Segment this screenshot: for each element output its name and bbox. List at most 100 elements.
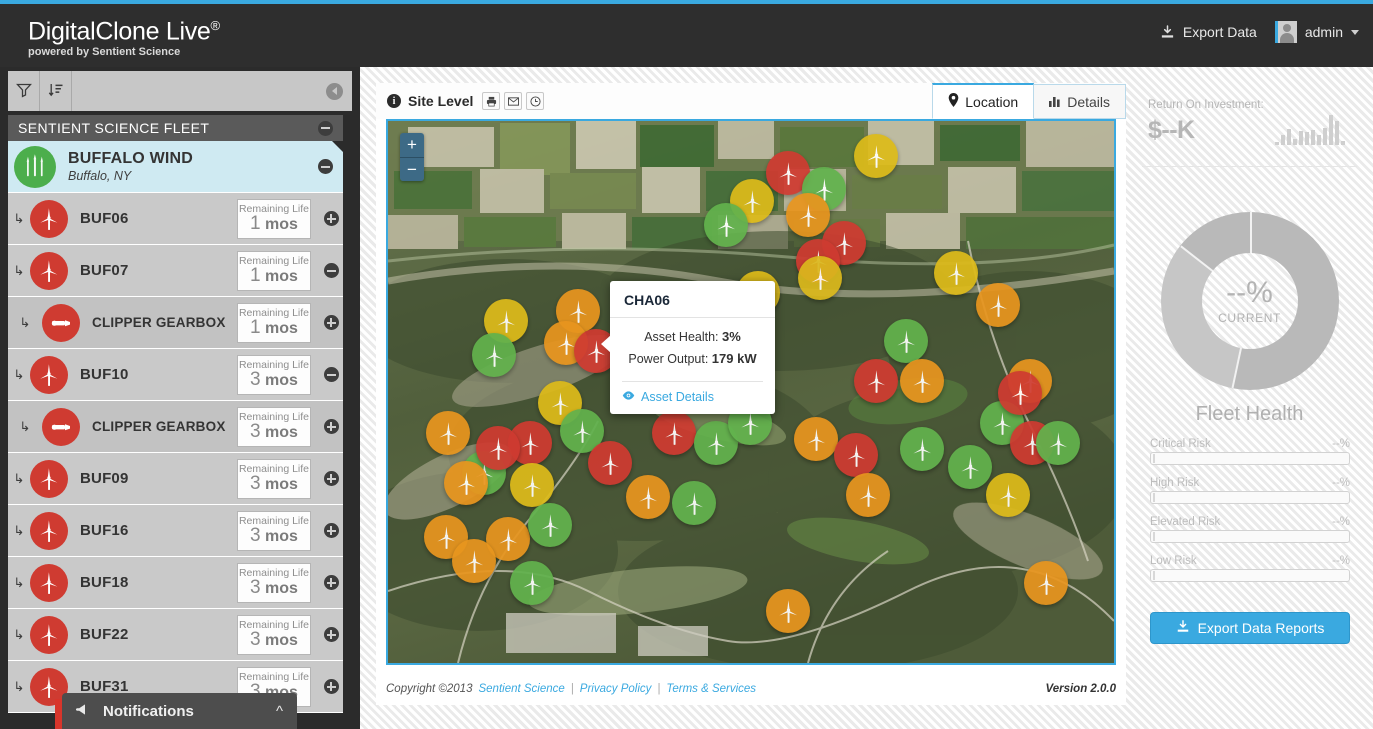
tree-asset-row[interactable]: ↳BUF16Remaining Life3 mos	[8, 505, 343, 557]
export-data-reports-button[interactable]: Export Data Reports	[1150, 612, 1350, 644]
asset-expand-toggle[interactable]	[324, 367, 339, 382]
asset-toggle-wrap[interactable]	[319, 315, 343, 330]
map-turbine-marker[interactable]	[426, 411, 470, 455]
asset-toggle-wrap[interactable]	[319, 263, 343, 278]
asset-expand-toggle[interactable]	[324, 627, 339, 642]
map-turbine-marker[interactable]	[588, 441, 632, 485]
asset-toggle-wrap[interactable]	[319, 367, 343, 382]
map-turbine-marker[interactable]	[998, 371, 1042, 415]
tree-asset-row[interactable]: ↳CLIPPER GEARBOXRemaining Life3 mos	[8, 401, 343, 453]
map-container[interactable]: + − CHA06 Asset Health: 3%	[386, 119, 1116, 665]
tree-site-row[interactable]: BUFFALO WINDBuffalo, NY	[8, 141, 343, 193]
map-turbine-marker[interactable]	[472, 333, 516, 377]
email-button[interactable]	[504, 92, 522, 110]
map-zoom-controls: + −	[400, 133, 424, 181]
map-turbine-marker[interactable]	[1036, 421, 1080, 465]
map-turbine-marker[interactable]	[510, 463, 554, 507]
sort-button[interactable]	[40, 71, 72, 111]
eye-icon	[622, 391, 635, 403]
asset-text: CLIPPER GEARBOX	[80, 315, 237, 330]
map-turbine-marker[interactable]	[900, 427, 944, 471]
asset-expand-toggle[interactable]	[324, 263, 339, 278]
terms-link[interactable]: Terms & Services	[666, 683, 756, 695]
chevron-up-icon[interactable]: ^	[276, 703, 283, 720]
map-turbine-marker[interactable]	[766, 589, 810, 633]
tree-asset-row[interactable]: ↳BUF06Remaining Life1 mos	[8, 193, 343, 245]
company-link[interactable]: Sentient Science	[478, 683, 564, 695]
export-data-label: Export Data	[1183, 24, 1257, 40]
zoom-out-button[interactable]: −	[400, 157, 424, 181]
tree-asset-row[interactable]: ↳BUF07Remaining Life1 mos	[8, 245, 343, 297]
collapse-left-icon[interactable]	[326, 83, 343, 100]
asset-toggle-wrap[interactable]	[319, 523, 343, 538]
map-turbine-marker[interactable]	[846, 473, 890, 517]
map-turbine-marker[interactable]	[510, 561, 554, 605]
map-turbine-marker[interactable]	[834, 433, 878, 477]
privacy-policy-link[interactable]: Privacy Policy	[580, 683, 652, 695]
tab-location-label: Location	[965, 94, 1018, 110]
user-menu[interactable]: admin	[1275, 21, 1359, 43]
map-turbine-marker[interactable]	[798, 256, 842, 300]
asset-expand-toggle[interactable]	[324, 419, 339, 434]
asset-expand-toggle[interactable]	[324, 575, 339, 590]
tree-asset-row[interactable]: ↳CLIPPER GEARBOXRemaining Life1 mos	[8, 297, 343, 349]
tree-asset-row[interactable]: ↳BUF18Remaining Life3 mos	[8, 557, 343, 609]
history-button[interactable]	[526, 92, 544, 110]
map-turbine-marker[interactable]	[528, 503, 572, 547]
risk-progress-fill	[1153, 571, 1155, 580]
map-turbine-marker[interactable]	[900, 359, 944, 403]
tab-details[interactable]: Details	[1033, 84, 1126, 119]
map-turbine-marker[interactable]	[652, 411, 696, 455]
map-turbine-marker[interactable]	[934, 251, 978, 295]
asset-expand-toggle[interactable]	[324, 471, 339, 486]
map-turbine-marker[interactable]	[626, 475, 670, 519]
brand: DigitalClone Live® powered by Sentient S…	[28, 12, 220, 59]
sidebar-search-bar[interactable]	[72, 71, 352, 111]
asset-details-link[interactable]: Asset Details	[641, 390, 714, 404]
map-turbine-marker[interactable]	[786, 193, 830, 237]
site-collapse-toggle[interactable]	[318, 159, 333, 174]
print-button[interactable]	[482, 92, 500, 110]
map-turbine-marker[interactable]	[1024, 561, 1068, 605]
fleet-collapse-toggle[interactable]	[318, 121, 333, 136]
asset-expand-toggle[interactable]	[324, 679, 339, 694]
donut-percent: --%	[1226, 278, 1273, 308]
map-turbine-marker[interactable]	[704, 203, 748, 247]
asset-expand-toggle[interactable]	[324, 523, 339, 538]
tree-asset-row[interactable]: ↳BUF22Remaining Life3 mos	[8, 609, 343, 661]
site-toggle-wrap[interactable]	[313, 159, 337, 174]
asset-expand-toggle[interactable]	[324, 315, 339, 330]
map-turbine-marker[interactable]	[794, 417, 838, 461]
popup-body: Asset Health: 3% Power Output: 179 kW	[610, 318, 775, 379]
notifications-bar[interactable]: Notifications ^	[62, 693, 297, 729]
fleet-header[interactable]: SENTIENT SCIENCE FLEET	[8, 115, 343, 141]
map-turbine-marker[interactable]	[476, 426, 520, 470]
filter-button[interactable]	[8, 71, 40, 111]
map-turbine-marker[interactable]	[986, 473, 1030, 517]
tab-location[interactable]: Location	[932, 83, 1034, 119]
asset-toggle-wrap[interactable]	[319, 575, 343, 590]
map-turbine-marker[interactable]	[452, 539, 496, 583]
map-turbine-marker[interactable]	[884, 319, 928, 363]
export-data-button[interactable]: Export Data	[1160, 24, 1257, 40]
map-turbine-marker[interactable]	[948, 445, 992, 489]
donut-chart: --% CURRENT	[1161, 212, 1339, 390]
asset-toggle-wrap[interactable]	[319, 679, 343, 694]
asset-toggle-wrap[interactable]	[319, 419, 343, 434]
asset-toggle-wrap[interactable]	[319, 627, 343, 642]
asset-toggle-wrap[interactable]	[319, 471, 343, 486]
tree-asset-row[interactable]: ↳BUF10Remaining Life3 mos	[8, 349, 343, 401]
tree-asset-row[interactable]: ↳BUF09Remaining Life3 mos	[8, 453, 343, 505]
sparkline-bar	[1299, 131, 1303, 145]
map-turbine-marker[interactable]	[854, 359, 898, 403]
asset-expand-toggle[interactable]	[324, 211, 339, 226]
map-turbine-marker[interactable]	[444, 461, 488, 505]
asset-toggle-wrap[interactable]	[319, 211, 343, 226]
map-turbine-marker[interactable]	[672, 481, 716, 525]
map-turbine-marker[interactable]	[976, 283, 1020, 327]
map-turbine-marker[interactable]	[854, 134, 898, 178]
zoom-in-button[interactable]: +	[400, 133, 424, 157]
map-canvas[interactable]: + − CHA06 Asset Health: 3%	[388, 121, 1114, 663]
tree-branch-icon: ↳	[8, 524, 30, 537]
asset-text: BUF22	[68, 626, 237, 643]
